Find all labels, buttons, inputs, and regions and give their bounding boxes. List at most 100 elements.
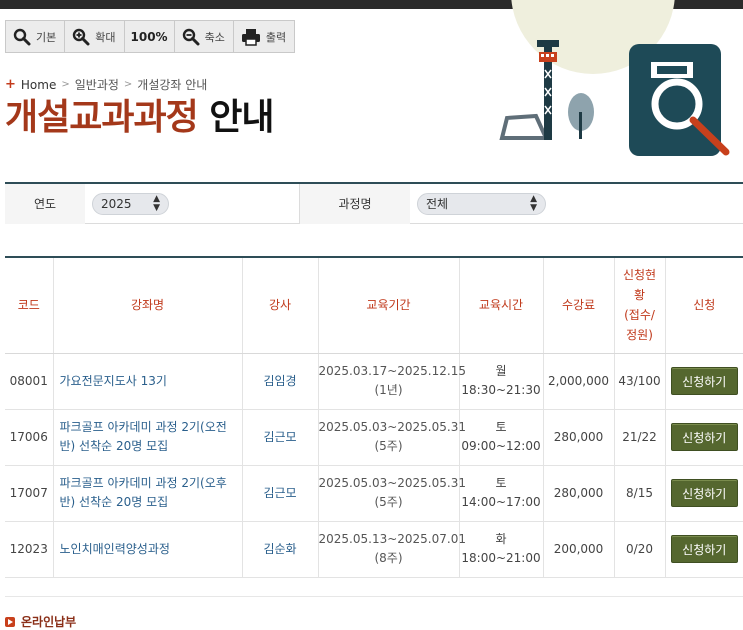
header-time: 교육시간 (459, 257, 544, 354)
apply-button[interactable]: 신청하기 (670, 535, 738, 563)
course-code: 08001 (5, 353, 54, 410)
period-duration: (1년) (374, 383, 403, 397)
print-label: 출력 (265, 30, 287, 44)
period-duration: (5주) (374, 439, 403, 453)
period-dates: 2025.05.03~2025.05.31 (318, 476, 466, 490)
course-label: 과정명 (300, 183, 410, 224)
year-select-value: 2025 (101, 196, 132, 211)
course-period: 2025.05.03~2025.05.31 (5주) (318, 465, 466, 522)
page-title-rest: 안내 (209, 97, 274, 138)
zoom-out-label: 축소 (204, 30, 225, 44)
teacher-link[interactable]: 김순화 (242, 521, 319, 578)
page-title: 개설교과과정 안내 (5, 96, 275, 140)
breadcrumb-home-link[interactable]: Home (21, 78, 56, 92)
course-day: 토 (495, 476, 507, 490)
teacher-link[interactable]: 김근모 (242, 465, 319, 522)
section-divider (5, 596, 743, 597)
year-label: 연도 (5, 183, 85, 224)
teacher-link[interactable]: 김근모 (242, 409, 319, 466)
course-select-value: 전체 (426, 197, 449, 211)
apply-button[interactable]: 신청하기 (670, 367, 738, 395)
select-arrows-icon: ▲ ▼ (153, 193, 160, 213)
apply-button[interactable]: 신청하기 (670, 423, 738, 451)
table-row: 17006 파크골프 아카데미 과정 2기(오전반) 선착순 20명 모집 김근… (5, 409, 743, 466)
course-hours: 09:00~12:00 (461, 439, 541, 453)
enrollment-status: 8/15 (614, 465, 666, 522)
course-name-link[interactable]: 가요전문지도사 13기 (53, 353, 243, 410)
magnifier-icon (13, 28, 31, 45)
apply-cell: 신청하기 (665, 409, 743, 466)
course-name-link[interactable]: 파크골프 아카데미 과정 2기(오후반) 선착순 20명 모집 (53, 465, 243, 522)
teacher-link[interactable]: 김임경 (242, 353, 319, 410)
print-button[interactable]: 출력 (234, 21, 294, 52)
course-code: 12023 (5, 521, 54, 578)
period-duration: (8주) (374, 551, 403, 565)
filter-bar: 연도 2025 ▲ ▼ 과정명 전체 ▲ ▼ (5, 182, 743, 224)
course-time: 화 18:00~21:00 (459, 521, 544, 578)
course-code: 17007 (5, 465, 54, 522)
zoom-level-label: 100% (130, 29, 168, 44)
course-period: 2025.05.13~2025.07.01 (8주) (318, 521, 466, 578)
breadcrumb-general-link[interactable]: 일반과정 (75, 76, 119, 93)
course-name-link[interactable]: 파크골프 아카데미 과정 2기(오전반) 선착순 20명 모집 (53, 409, 243, 466)
header-period: 교육기간 (318, 257, 460, 354)
course-select[interactable]: 전체 ▲ ▼ (417, 192, 546, 215)
course-code: 17006 (5, 409, 54, 466)
course-day: 토 (495, 420, 507, 434)
default-view-label: 기본 (36, 30, 57, 44)
period-dates: 2025.03.17~2025.12.15 (318, 364, 466, 378)
course-period: 2025.03.17~2025.12.15 (1년) (318, 353, 466, 410)
course-time: 토 14:00~17:00 (459, 465, 544, 522)
breadcrumb-separator-icon: > (123, 79, 133, 90)
header-teacher: 강사 (242, 257, 319, 354)
enrollment-status: 0/20 (614, 521, 666, 578)
table-row: 08001 가요전문지도사 13기 김임경 2025.03.17~2025.12… (5, 353, 743, 410)
breadcrumb-current: 개설강좌 안내 (137, 78, 208, 92)
course-day: 화 (495, 532, 507, 546)
header-fee: 수강료 (543, 257, 615, 354)
period-dates: 2025.05.03~2025.05.31 (318, 420, 466, 434)
course-hours: 14:00~17:00 (461, 495, 541, 509)
course-day: 월 (495, 364, 507, 378)
table-row: 12023 노인치매인력양성과정 김순화 2025.05.13~2025.07.… (5, 521, 743, 578)
online-payment-label: 온라인납부 (21, 615, 77, 629)
apply-cell: 신청하기 (665, 521, 743, 578)
period-duration: (5주) (374, 495, 403, 509)
breadcrumb-separator-icon: > (61, 79, 70, 90)
header-status-line: 신청현 (622, 268, 657, 283)
view-toolbar: 기본 확대 100% 축소 출력 (5, 20, 296, 53)
year-select[interactable]: 2025 ▲ ▼ (92, 192, 169, 215)
course-time: 월 18:30~21:30 (459, 353, 544, 410)
course-field: 전체 ▲ ▼ (410, 184, 743, 224)
page-title-accent: 개설교과과정 (5, 97, 199, 138)
header-illustration (499, 0, 730, 156)
zoom-in-button[interactable]: 확대 (65, 21, 125, 52)
course-hours: 18:00~21:00 (461, 551, 541, 565)
apply-button[interactable]: 신청하기 (670, 479, 738, 507)
course-table: 코드 강좌명 강사 교육기간 교육시간 수강료 신청현 황 (접수/ 정원) 신… (5, 256, 743, 578)
table-row: 17007 파크골프 아카데미 과정 2기(오후반) 선착순 20명 모집 김근… (5, 465, 743, 522)
course-fee: 280,000 (543, 409, 615, 466)
course-fee: 2,000,000 (543, 353, 615, 410)
course-period: 2025.05.03~2025.05.31 (5주) (318, 409, 466, 466)
zoom-out-button[interactable]: 축소 (175, 21, 234, 52)
breadcrumb: + Home > 일반과정 > 개설강좌 안내 (5, 76, 207, 93)
course-fee: 200,000 (543, 521, 615, 578)
enrollment-status: 43/100 (614, 353, 666, 410)
printer-icon (241, 28, 260, 46)
course-table-container: 코드 강좌명 강사 교육기간 교육시간 수강료 신청현 황 (접수/ 정원) 신… (5, 256, 743, 578)
zoom-out-icon (182, 28, 200, 45)
play-bullet-icon (5, 616, 15, 627)
header-code: 코드 (5, 257, 54, 354)
header-status-line: (접수/ (624, 308, 655, 323)
header-status-line: 황 (633, 288, 646, 303)
select-arrows-icon: ▲ ▼ (530, 193, 537, 213)
zoom-reset-button[interactable]: 100% (125, 21, 175, 52)
apply-cell: 신청하기 (665, 353, 743, 410)
default-view-button[interactable]: 기본 (6, 21, 66, 52)
course-hours: 18:30~21:30 (461, 383, 541, 397)
online-payment-section[interactable]: 온라인납부 (5, 613, 76, 630)
header-apply: 신청 (665, 257, 743, 354)
course-name-link[interactable]: 노인치매인력양성과정 (53, 521, 243, 578)
breadcrumb-plus-icon: + (5, 77, 16, 92)
